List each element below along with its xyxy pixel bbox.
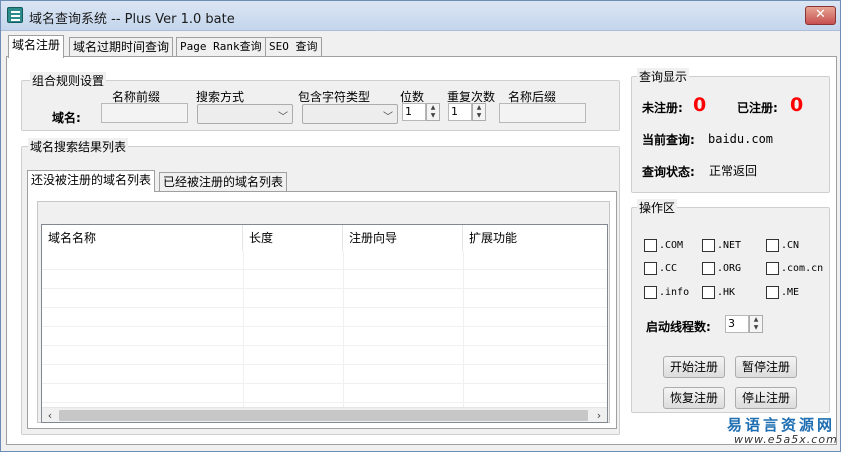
column-header-extension[interactable]: 扩展功能 (463, 225, 607, 251)
search-mode-select[interactable]: ﹀ (197, 104, 293, 124)
title-bar[interactable]: 域名查询系统 -- Plus Ver 1.0 bate ✕ (1, 1, 840, 31)
row-gridline (42, 364, 607, 365)
threads-label: 启动线程数: (646, 320, 711, 334)
domain-label: 域名: (52, 111, 81, 125)
threads-stepper[interactable]: ▲ ▼ (749, 315, 763, 333)
checkbox-com[interactable] (644, 239, 657, 252)
up-arrow-icon: ▲ (430, 104, 436, 111)
pause-register-button[interactable]: 暂停注册 (735, 356, 797, 378)
repeat-input[interactable]: 1 (448, 103, 472, 121)
row-gridline (42, 345, 607, 346)
tab-unregistered-list[interactable]: 还没被注册的域名列表 (27, 170, 156, 192)
checkbox-net-label: .NET (717, 240, 742, 251)
search-mode-label: 搜索方式 (196, 90, 245, 104)
scroll-right-icon[interactable]: › (591, 408, 607, 422)
up-arrow-icon: ▲ (753, 316, 759, 323)
tab-page-rank[interactable]: Page Rank查询 (176, 37, 266, 57)
row-gridline (42, 307, 607, 308)
resume-register-button[interactable]: 恢复注册 (663, 387, 725, 409)
row-gridline (42, 269, 607, 270)
row-gridline (42, 402, 607, 403)
char-type-label: 包含字符类型 (298, 90, 371, 104)
status-value: 正常返回 (709, 164, 758, 178)
tab-registered-list[interactable]: 已经被注册的域名列表 (159, 172, 288, 192)
checkbox-hk-label: .HK (717, 287, 736, 298)
watermark-site-name: 易语言资源网 (727, 416, 836, 434)
horizontal-scrollbar[interactable]: ‹ › (42, 407, 607, 422)
down-arrow-icon: ▼ (430, 112, 436, 119)
tab-expiry-query[interactable]: 域名过期时间查询 (69, 37, 174, 57)
watermark-url: www.e5a5x.com (734, 433, 838, 446)
column-header-domain[interactable]: 域名名称 (42, 225, 243, 251)
tab-seo-query[interactable]: SEO 查询 (265, 37, 322, 57)
down-arrow-icon: ▼ (476, 112, 482, 119)
checkbox-cn-label: .CN (781, 240, 800, 251)
operations-group: 操作区 (631, 199, 830, 413)
row-gridline (42, 288, 607, 289)
up-arrow-icon: ▲ (476, 104, 482, 111)
row-gridline (42, 326, 607, 327)
operations-title: 操作区 (637, 199, 678, 216)
status-label: 查询状态: (642, 165, 695, 179)
checkbox-me-label: .ME (781, 287, 800, 298)
repeat-stepper[interactable]: ▲ ▼ (472, 103, 486, 121)
current-query-label: 当前查询: (642, 133, 695, 147)
row-gridline (42, 383, 607, 384)
checkbox-org-label: .ORG (717, 263, 742, 274)
stop-register-button[interactable]: 停止注册 (735, 387, 797, 409)
char-type-select[interactable]: ﹀ (302, 104, 398, 124)
down-arrow-icon: ▼ (753, 324, 759, 331)
column-gridline (463, 251, 464, 409)
digits-stepper[interactable]: ▲ ▼ (426, 103, 440, 121)
window-title: 域名查询系统 -- Plus Ver 1.0 bate (29, 12, 235, 27)
suffix-input[interactable] (499, 103, 586, 123)
start-register-button[interactable]: 开始注册 (663, 356, 725, 378)
column-header-length[interactable]: 长度 (243, 225, 343, 251)
column-gridline (243, 251, 244, 409)
column-gridline (343, 251, 344, 409)
prefix-input[interactable] (101, 103, 188, 123)
unregistered-count: 0 (693, 94, 707, 116)
checkbox-hk[interactable] (702, 286, 715, 299)
current-query-value: baidu.com (708, 132, 774, 146)
checkbox-net[interactable] (702, 239, 715, 252)
tab-domain-register[interactable]: 域名注册 (8, 35, 65, 58)
column-header-register-guide[interactable]: 注册向导 (343, 225, 463, 251)
checkbox-cc[interactable] (644, 262, 657, 275)
checkbox-cc-label: .CC (659, 263, 678, 274)
checkbox-com-label: .COM (659, 240, 684, 251)
checkbox-com-cn[interactable] (766, 262, 779, 275)
registered-count: 0 (790, 94, 804, 116)
app-window: 域名查询系统 -- Plus Ver 1.0 bate ✕ 域名注册 域名过期时… (0, 0, 841, 452)
checkbox-info[interactable] (644, 286, 657, 299)
unregistered-label: 未注册: (642, 101, 683, 115)
registered-label: 已注册: (737, 101, 778, 115)
close-button[interactable]: ✕ (805, 6, 836, 25)
checkbox-com-cn-label: .com.cn (781, 263, 824, 274)
digits-input[interactable]: 1 (402, 103, 426, 121)
threads-input[interactable]: 3 (725, 315, 749, 333)
results-group-title: 域名搜索结果列表 (28, 138, 129, 155)
scrollbar-thumb[interactable] (59, 410, 588, 421)
domain-listview[interactable]: 域名名称 长度 注册向导 扩展功能 ‹ › (41, 224, 608, 423)
scroll-left-icon[interactable]: ‹ (42, 408, 58, 422)
checkbox-org[interactable] (702, 262, 715, 275)
chevron-down-icon: ﹀ (383, 112, 393, 123)
chevron-down-icon: ﹀ (278, 112, 288, 123)
app-icon (7, 7, 23, 23)
query-display-title: 查询显示 (637, 68, 690, 85)
checkbox-info-label: .info (659, 287, 690, 298)
checkbox-cn[interactable] (766, 239, 779, 252)
rules-group-title: 组合规则设置 (30, 72, 107, 89)
checkbox-me[interactable] (766, 286, 779, 299)
